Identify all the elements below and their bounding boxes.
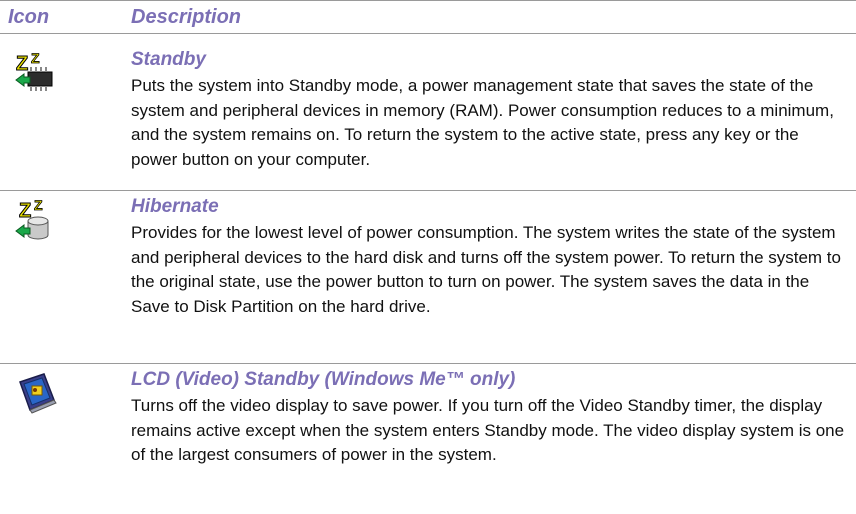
row-title: Hibernate <box>131 196 219 217</box>
table-top-rule <box>0 0 856 1</box>
lcd-monitor-icon <box>14 370 58 414</box>
table-row-hibernate: Z Z Hibernate Provides for the lowest le… <box>0 191 856 363</box>
svg-text:Z: Z <box>34 197 43 213</box>
svg-text:Z: Z <box>31 50 40 66</box>
row-description: Turns off the video display to save powe… <box>131 396 845 464</box>
row-title: Standby <box>131 49 206 70</box>
table-row-standby: Z Z Standby Puts the system into Standby… <box>0 44 856 190</box>
standby-chip-icon: Z Z <box>14 50 58 94</box>
table-row-lcd-standby: LCD (Video) Standby (Windows Me™ only) T… <box>0 364 856 514</box>
column-header-icon: Icon <box>8 6 50 28</box>
column-header-description: Description <box>131 6 242 28</box>
row-description: Puts the system into Standby mode, a pow… <box>131 76 834 169</box>
svg-text:Z: Z <box>16 53 28 75</box>
hibernate-disk-icon: Z Z <box>14 197 58 241</box>
row-description: Provides for the lowest level of power c… <box>131 223 841 316</box>
header-rule <box>0 33 856 34</box>
row-title: LCD (Video) Standby (Windows Me™ only) <box>131 369 516 390</box>
